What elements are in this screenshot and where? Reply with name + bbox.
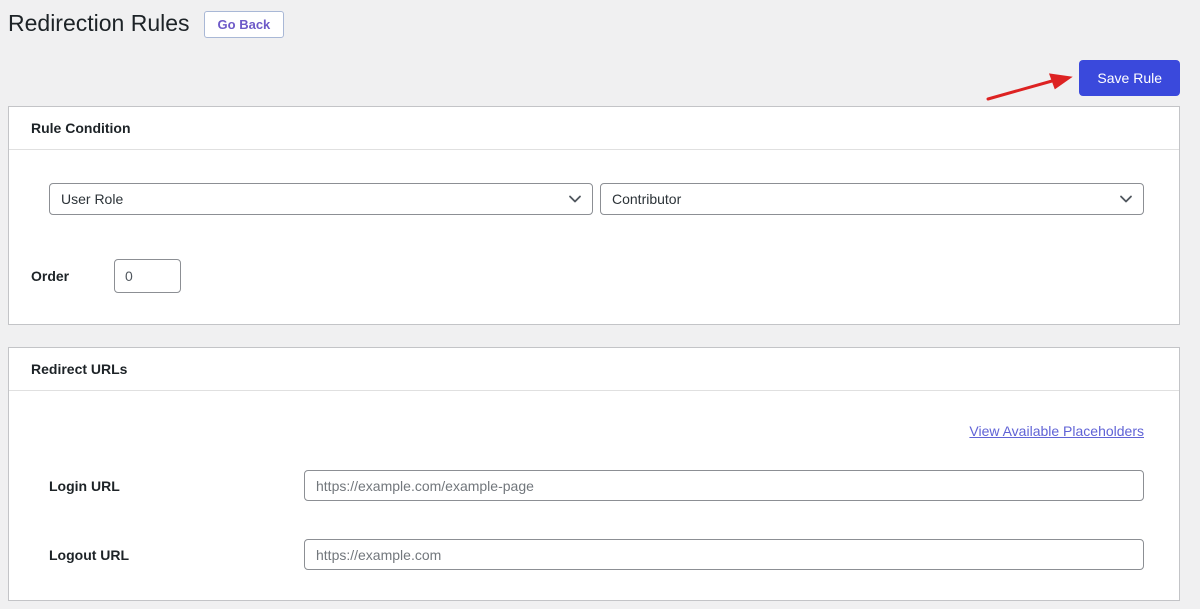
order-label: Order <box>31 268 70 284</box>
view-available-placeholders-link[interactable]: View Available Placeholders <box>969 423 1144 439</box>
condition-type-select-wrap: User Role <box>49 183 593 215</box>
login-url-label: Login URL <box>49 477 120 494</box>
go-back-button[interactable]: Go Back <box>203 10 285 38</box>
red-arrow-annotation <box>986 73 1073 101</box>
logout-url-row: Logout URL <box>49 539 1144 570</box>
condition-type-select[interactable]: User Role <box>49 183 593 215</box>
logout-url-input[interactable] <box>304 539 1144 570</box>
logout-url-label: Logout URL <box>49 546 130 563</box>
order-input[interactable] <box>114 259 181 293</box>
rule-condition-body: User Role Contributor Order <box>9 150 1179 324</box>
redirect-urls-card: Redirect URLs View Available Placeholder… <box>8 347 1180 601</box>
condition-value-select-wrap: Contributor <box>600 183 1144 215</box>
login-url-input[interactable] <box>304 470 1144 501</box>
rule-condition-header: Rule Condition <box>9 107 1179 150</box>
page-wrap: Redirection Rules Go Back Save Rule Rule… <box>8 0 1180 601</box>
redirect-urls-body: View Available Placeholders Login URL Lo… <box>9 391 1179 600</box>
save-row: Save Rule <box>8 60 1180 101</box>
rule-condition-card: Rule Condition User Role Contributor Ord… <box>8 106 1180 325</box>
order-row: Order <box>31 259 1144 293</box>
condition-selects-row: User Role Contributor <box>49 183 1144 215</box>
page-title: Redirection Rules <box>8 10 190 37</box>
placeholders-link-row: View Available Placeholders <box>49 423 1144 441</box>
title-row: Redirection Rules Go Back <box>8 9 1180 39</box>
login-url-row: Login URL <box>49 470 1144 501</box>
redirect-urls-header: Redirect URLs <box>9 348 1179 391</box>
save-rule-button[interactable]: Save Rule <box>1079 60 1180 96</box>
condition-value-select[interactable]: Contributor <box>600 183 1144 215</box>
